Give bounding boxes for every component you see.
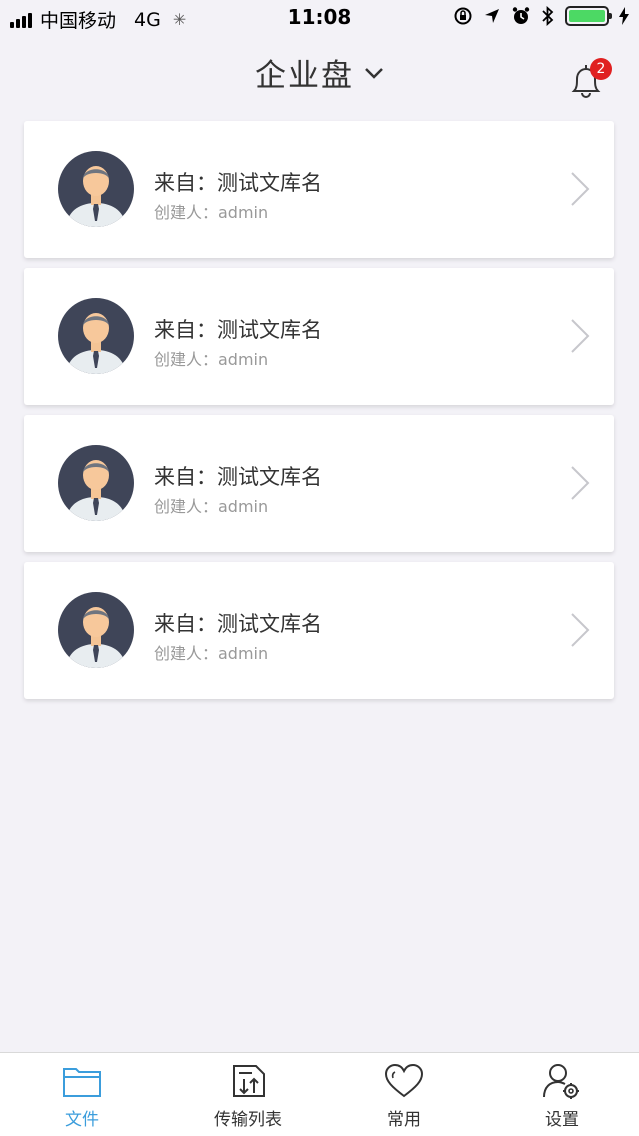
- transfer-icon: [233, 1065, 265, 1097]
- bluetooth-icon: [542, 6, 554, 26]
- status-right: [453, 6, 629, 26]
- library-card[interactable]: 来自：测试文库名 创建人：admin: [24, 562, 614, 699]
- chevron-down-icon: [365, 67, 383, 79]
- chevron-right-icon: [571, 466, 590, 500]
- avatar: [58, 445, 134, 521]
- heart-icon: [384, 1063, 424, 1098]
- status-bar: 中国移动 4G ✳ 11:08: [0, 0, 639, 36]
- library-title: 来自：测试文库名: [154, 612, 322, 636]
- chevron-right-icon: [571, 319, 590, 353]
- tab-favorites[interactable]: 常用: [344, 1053, 464, 1136]
- library-title: 来自：测试文库名: [154, 465, 322, 489]
- location-icon: [485, 9, 499, 23]
- charging-icon: [619, 7, 629, 25]
- tab-label: 常用: [387, 1110, 421, 1130]
- bottom-tab-bar: 文件 传输列表 常用 设置: [0, 1052, 639, 1136]
- library-creator: 创建人：admin: [154, 203, 269, 222]
- chevron-right-icon: [571, 613, 590, 647]
- chevron-right-icon: [571, 172, 590, 206]
- tab-files[interactable]: 文件: [22, 1053, 142, 1136]
- library-card[interactable]: 来自：测试文库名 创建人：admin: [24, 415, 614, 552]
- library-card[interactable]: 来自：测试文库名 创建人：admin: [24, 268, 614, 405]
- header: 企业盘 2: [0, 36, 639, 110]
- folder-icon: [63, 1068, 101, 1097]
- avatar: [58, 298, 134, 374]
- orientation-lock-icon: [454, 7, 472, 25]
- library-title: 来自：测试文库名: [154, 318, 322, 342]
- library-title: 来自：测试文库名: [154, 171, 322, 195]
- library-list: 来自：测试文库名 创建人：admin 来自：测试文库名 创建人：admin 来自…: [24, 121, 614, 709]
- tab-label: 文件: [65, 1110, 99, 1130]
- library-creator: 创建人：admin: [154, 497, 269, 516]
- tab-settings[interactable]: 设置: [502, 1053, 622, 1136]
- library-creator: 创建人：admin: [154, 644, 269, 663]
- page-title: 企业盘: [255, 58, 354, 94]
- avatar: [58, 592, 134, 668]
- user-settings-icon: [543, 1064, 579, 1099]
- title-dropdown[interactable]: 企业盘: [0, 50, 639, 95]
- alarm-icon: [512, 7, 530, 24]
- notification-badge: 2: [590, 58, 612, 80]
- tab-label: 传输列表: [214, 1110, 282, 1130]
- library-creator: 创建人：admin: [154, 350, 269, 369]
- tab-label: 设置: [545, 1110, 579, 1130]
- avatar: [58, 151, 134, 227]
- library-card[interactable]: 来自：测试文库名 创建人：admin: [24, 121, 614, 258]
- battery-icon: [565, 6, 612, 26]
- tab-transfer-list[interactable]: 传输列表: [188, 1053, 308, 1136]
- battery-level: [569, 10, 605, 22]
